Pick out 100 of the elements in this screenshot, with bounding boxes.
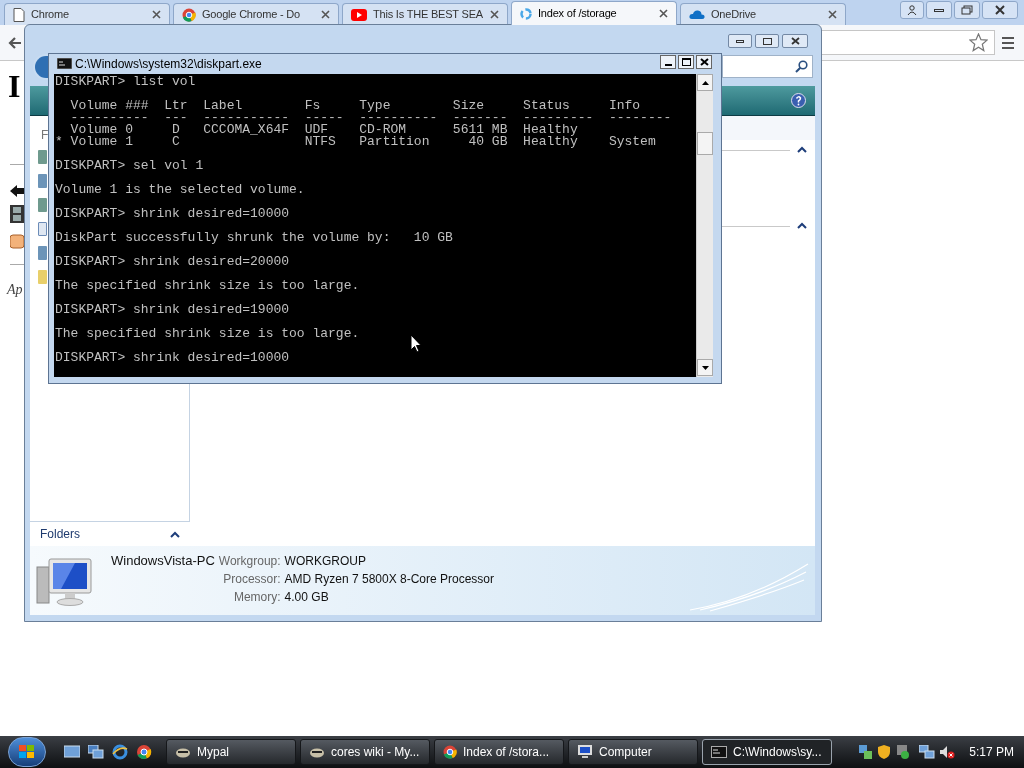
- console-line: DISKPART> shrink desired=19000: [55, 304, 290, 316]
- page-heading: I: [8, 68, 21, 104]
- console-line: DISKPART> shrink desired=10000: [55, 208, 290, 220]
- close-icon: [995, 5, 1005, 15]
- play-icon: [351, 8, 367, 21]
- film-icon: [10, 205, 24, 223]
- profile-button[interactable]: [900, 1, 924, 19]
- shield-icon[interactable]: [877, 745, 892, 759]
- chrome-icon[interactable]: [136, 744, 152, 760]
- folder-icon: [10, 233, 24, 249]
- library-icon: [38, 246, 47, 260]
- detail-value: 4.00 GB: [284, 589, 330, 606]
- console-line: DISKPART> shrink desired=10000: [55, 352, 290, 364]
- collapse-icon[interactable]: [797, 222, 807, 229]
- close-button[interactable]: [982, 1, 1018, 19]
- pane-heading: F: [41, 127, 49, 144]
- down-arrow-icon: [701, 365, 709, 370]
- computer-icon: [577, 745, 593, 759]
- console-line: DiskPart successfully shrunk the volume by: 10 GB: [55, 232, 453, 244]
- folders-bar[interactable]: Folders: [30, 521, 190, 546]
- taskbar-button[interactable]: C:\Windows\sy...: [702, 739, 832, 765]
- windows-icon[interactable]: [88, 745, 104, 759]
- restore-icon: [961, 5, 973, 15]
- computer-icon: [35, 557, 95, 609]
- back-icon[interactable]: [8, 36, 22, 50]
- close-icon[interactable]: [321, 10, 330, 19]
- close-icon[interactable]: [828, 10, 837, 19]
- detail-label: Memory:: [232, 589, 281, 606]
- loading-icon: [520, 7, 532, 20]
- computers-icon[interactable]: [919, 745, 936, 759]
- taskbar-button[interactable]: Mypal: [166, 739, 296, 765]
- document-icon: [38, 222, 47, 236]
- browser-tab[interactable]: Index of /storage: [511, 1, 677, 25]
- chevron-up-icon: [170, 530, 180, 538]
- maximize-button[interactable]: [678, 55, 694, 69]
- flag-icon: [19, 745, 35, 759]
- taskbar-button[interactable]: Computer: [568, 739, 698, 765]
- console-line: The specified shrink size is too large.: [55, 328, 360, 340]
- close-icon: [790, 37, 800, 45]
- console-line: Volume ### Ltr Label Fs Type Size Status Info: [69, 100, 641, 112]
- library-icon: [38, 198, 47, 212]
- person-icon: [907, 5, 917, 15]
- console-line: Volume 0 D CCCOMA_X64F UDF CD-ROM 5611 MB Healthy: [69, 124, 578, 136]
- menu-icon[interactable]: [1001, 36, 1015, 50]
- console-icon: [711, 746, 727, 758]
- detail-label: Workgroup:: [218, 553, 281, 570]
- computer-name: WindowsVista-PC: [111, 552, 215, 570]
- minimize-button[interactable]: [926, 1, 952, 19]
- star-icon[interactable]: [969, 33, 988, 52]
- maximize-button[interactable]: [755, 34, 779, 48]
- page-icon: [13, 7, 25, 22]
- console-line: DISKPART> shrink desired=20000: [55, 256, 290, 268]
- detail-label: Processor:: [222, 571, 281, 588]
- mouse-cursor-icon: [410, 334, 422, 353]
- muted-speaker-icon[interactable]: [939, 745, 956, 759]
- console-line: * Volume 1 C NTFS Partition 40 GB Healthy System: [55, 136, 656, 148]
- clock[interactable]: 5:17 PM: [969, 743, 1014, 761]
- network-icon[interactable]: [859, 745, 874, 759]
- taskbar-button[interactable]: Index of /stora...: [434, 739, 564, 765]
- minimize-button[interactable]: [660, 55, 676, 69]
- scroll-thumb[interactable]: [697, 132, 713, 155]
- collapse-icon[interactable]: [797, 146, 807, 153]
- close-icon: [699, 58, 709, 66]
- scroll-down-button[interactable]: [697, 359, 713, 376]
- start-button[interactable]: [8, 737, 46, 767]
- library-icon: [38, 174, 47, 188]
- taskbar-button[interactable]: cores wiki - My...: [300, 739, 430, 765]
- console-icon: [57, 58, 72, 69]
- chrome-icon: [182, 7, 196, 22]
- desktop-icon[interactable]: [64, 745, 80, 759]
- console-line: DISKPART> list vol: [55, 76, 196, 88]
- browser-tab[interactable]: Google Chrome - Do: [173, 3, 339, 25]
- window-title: C:\Windows\system32\diskpart.exe: [75, 56, 262, 72]
- console-line: DISKPART> sel vol 1: [55, 160, 204, 172]
- browser-icon[interactable]: [112, 744, 128, 760]
- browser-tab[interactable]: OneDrive: [680, 3, 846, 25]
- cloud-icon: [689, 9, 705, 20]
- console-line: ---------- --- ----------- ----- ---------- ------- --------- --------: [69, 112, 672, 124]
- up-arrow-icon: [701, 80, 709, 85]
- close-icon[interactable]: [659, 9, 668, 18]
- help-icon[interactable]: [791, 93, 806, 108]
- detail-value: WORKGROUP: [284, 553, 367, 570]
- restore-button[interactable]: [954, 1, 980, 19]
- console-line: The specified shrink size is too large.: [55, 280, 360, 292]
- close-button[interactable]: [696, 55, 712, 69]
- detail-value: AMD Ryzen 7 5800X 8-Core Processor: [284, 571, 495, 588]
- close-icon[interactable]: [490, 10, 499, 19]
- console-line: Volume 1 is the selected volume.: [55, 184, 305, 196]
- minimize-button[interactable]: [728, 34, 752, 48]
- browser-tab[interactable]: Chrome: [4, 3, 170, 25]
- scroll-up-button[interactable]: [697, 74, 713, 91]
- search-field[interactable]: [722, 55, 813, 78]
- library-icon: [38, 150, 47, 164]
- italic-text: Ap: [7, 281, 23, 299]
- chrome-icon: [443, 745, 457, 759]
- close-button[interactable]: [782, 34, 808, 48]
- back-arrow-icon: [10, 184, 24, 198]
- browser-tab[interactable]: This Is THE BEST SEA: [342, 3, 508, 25]
- scrollbar[interactable]: [696, 74, 713, 377]
- close-icon[interactable]: [152, 10, 161, 19]
